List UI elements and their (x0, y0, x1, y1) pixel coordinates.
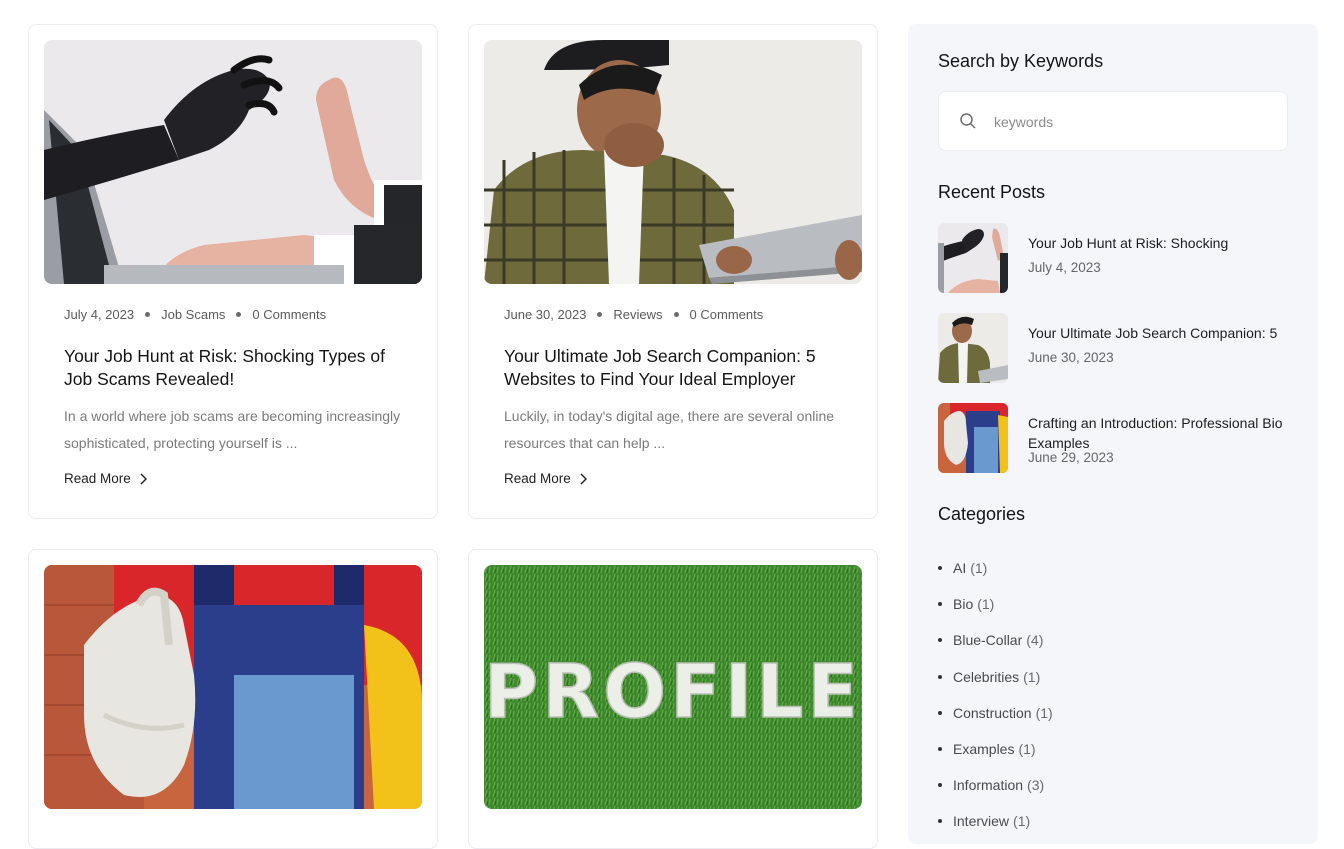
separator-dot (145, 312, 151, 317)
recent-post-item[interactable]: Crafting an Introduction: Professional B… (938, 403, 1298, 473)
recent-post-date: June 30, 2023 (1028, 350, 1114, 365)
category-count: (4) (1026, 632, 1044, 649)
post-title[interactable]: Your Ultimate Job Search Companion: 5 We… (504, 345, 849, 391)
separator-dot (673, 312, 679, 317)
recent-post-title[interactable]: Your Job Hunt at Risk: Shocking (1028, 233, 1293, 253)
category-count: (1) (970, 560, 988, 577)
post-date: June 30, 2023 (504, 307, 587, 322)
recent-post-item[interactable]: Your Job Hunt at Risk: Shocking July 4, … (938, 223, 1298, 293)
separator-dot (597, 312, 603, 317)
category-name[interactable]: Celebrities (953, 669, 1019, 685)
recent-post-date: June 29, 2023 (1028, 450, 1114, 465)
category-name[interactable]: Information (953, 777, 1023, 793)
category-count: (1) (1018, 741, 1036, 758)
recent-post-thumbnail[interactable] (938, 223, 1008, 293)
category-item[interactable]: Blue-Collar (4) (938, 622, 1053, 658)
post-thumbnail-image[interactable] (44, 40, 422, 284)
categories-heading: Categories (938, 504, 1026, 524)
recent-posts-heading: Recent Posts (938, 182, 1046, 202)
post-thumbnail-image[interactable] (44, 565, 422, 809)
category-item[interactable]: Information (3) (938, 767, 1053, 803)
categories-list: AI (1) Bio (1) Blue-Collar (4) Celebrities(… (938, 550, 1053, 840)
profile-image-text: PROFILE (484, 649, 862, 735)
read-more-label: Read More (64, 471, 131, 486)
category-count: (1) (1013, 813, 1031, 830)
search-heading: Search by Keywords (938, 51, 1104, 71)
category-count: (3) (1027, 777, 1045, 794)
read-more-link[interactable]: Read More (64, 471, 148, 486)
chevron-right-icon (580, 473, 587, 484)
post-meta: July 4, 2023 Job Scams 0 Comments (64, 307, 326, 322)
post-comments-link[interactable]: 0 Comments (690, 307, 764, 322)
search-icon[interactable] (959, 112, 977, 130)
post-meta: June 30, 2023 Reviews 0 Comments (504, 307, 763, 322)
post-category-link[interactable]: Job Scams (161, 307, 225, 322)
separator-dot (236, 312, 242, 317)
post-category-link[interactable]: Reviews (613, 307, 662, 322)
post-comments-link[interactable]: 0 Comments (252, 307, 326, 322)
search-box[interactable] (938, 91, 1288, 151)
bullet (938, 602, 942, 607)
search-input[interactable] (994, 108, 1264, 136)
post-thumbnail-image[interactable] (484, 40, 862, 284)
category-count: (1) (1035, 704, 1053, 721)
category-item[interactable]: AI (1) (938, 550, 1053, 586)
post-card: July 4, 2023 Job Scams 0 Comments Your J… (28, 24, 438, 519)
category-name[interactable]: AI (953, 560, 966, 576)
post-card: PROFILE (468, 549, 878, 849)
read-more-link[interactable]: Read More (504, 471, 588, 486)
bullet (938, 566, 942, 571)
bullet (938, 710, 942, 715)
post-date: July 4, 2023 (64, 307, 135, 322)
read-more-label: Read More (504, 471, 571, 486)
post-excerpt: Luckily, in today's digital age, there a… (504, 408, 835, 451)
post-title[interactable]: Your Job Hunt at Risk: Shocking Types of… (64, 345, 409, 391)
post-thumbnail-image[interactable]: PROFILE (484, 565, 862, 809)
bullet (938, 747, 942, 752)
bullet (938, 674, 942, 679)
chevron-right-icon (140, 473, 147, 484)
category-name[interactable]: Interview (953, 813, 1009, 829)
category-item[interactable]: Celebrities (1) (938, 659, 1053, 695)
category-name[interactable]: Examples (953, 741, 1014, 757)
bullet (938, 783, 942, 788)
category-count: (1) (1023, 668, 1041, 685)
category-item[interactable]: Construction (1) (938, 695, 1053, 731)
category-item[interactable]: Bio (1) (938, 586, 1053, 622)
post-excerpt: In a world where job scams are becoming … (64, 408, 401, 451)
category-name[interactable]: Bio (953, 596, 973, 612)
recent-post-date: July 4, 2023 (1028, 260, 1101, 275)
recent-post-title[interactable]: Your Ultimate Job Search Companion: 5 (1028, 323, 1293, 343)
category-item[interactable]: Examples (1) (938, 731, 1053, 767)
category-item[interactable]: Interview (1) (938, 803, 1053, 839)
sidebar: Search by Keywords Recent Posts Your Job… (908, 24, 1318, 844)
recent-post-thumbnail[interactable] (938, 313, 1008, 383)
bullet (938, 819, 942, 824)
post-card: June 30, 2023 Reviews 0 Comments Your Ul… (468, 24, 878, 519)
post-card (28, 549, 438, 849)
recent-post-title[interactable]: Crafting an Introduction: Professional B… (1028, 413, 1293, 453)
recent-post-thumbnail[interactable] (938, 403, 1008, 473)
category-name[interactable]: Blue-Collar (953, 632, 1022, 648)
category-count: (1) (977, 596, 995, 613)
recent-post-item[interactable]: Your Ultimate Job Search Companion: 5 Ju… (938, 313, 1298, 383)
category-name[interactable]: Construction (953, 705, 1032, 721)
bullet (938, 638, 942, 643)
